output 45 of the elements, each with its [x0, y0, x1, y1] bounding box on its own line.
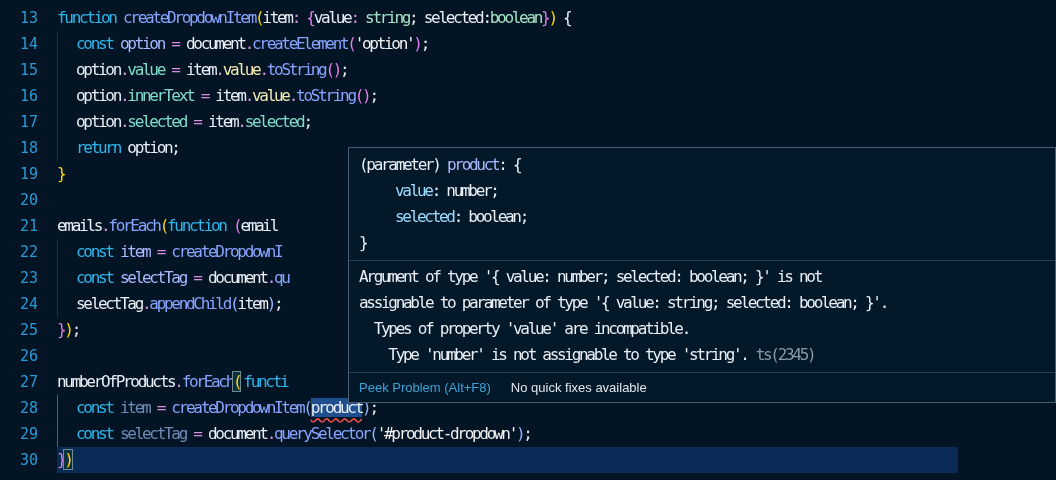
line-number: 20: [18, 189, 38, 211]
code-line: selectTag.appendChild(item);: [76, 293, 282, 315]
line-number: 18: [18, 137, 38, 159]
line-number: 13: [18, 7, 38, 29]
matched-bracket: ): [64, 450, 72, 469]
line-number: 25: [18, 319, 38, 341]
line-number: 22: [18, 241, 38, 263]
error-message-line: assignable to parameter of type '{ value: string; selected: boolean; }'.: [359, 292, 887, 314]
line-number: 29: [18, 423, 38, 445]
code-line: });: [57, 319, 80, 341]
error-message-line: Types of property 'value' are incompatible.: [372, 318, 689, 340]
quick-fix-note: No quick fixes available: [510, 378, 647, 397]
code-line: const item = createDropdownI: [76, 241, 282, 263]
type-signature-line: }: [359, 233, 367, 252]
line-number: 23: [18, 267, 38, 289]
code-line: option.selected = item.selected;: [76, 111, 311, 133]
type-signature-line: value: number;: [395, 181, 498, 200]
code-line: const selectTag = document.querySelector('#product-dropdown');: [76, 423, 531, 445]
peek-problem-link[interactable]: Peek Problem (Alt+F8): [359, 377, 491, 398]
line-number: 28: [18, 397, 38, 419]
matched-bracket: (: [233, 372, 241, 391]
code-line: }: [57, 163, 65, 185]
error-token: product: [310, 398, 363, 417]
code-line: emails.forEach(function (email: [57, 215, 278, 237]
type-signature-line: (parameter) product: {: [359, 155, 521, 174]
line-number: 16: [18, 85, 38, 107]
code-line: option.innerText = item.value.toString();: [76, 85, 377, 107]
line-number: 26: [18, 345, 38, 367]
code-line: const selectTag = document.qu: [76, 267, 289, 289]
error-code: ts(2345): [755, 344, 815, 366]
code-line: const option = document.createElement('option');: [76, 33, 429, 55]
code-line: return option;: [76, 137, 179, 159]
line-number: 19: [18, 163, 38, 185]
line-number: 17: [18, 111, 38, 133]
code-line: option.value = item.value.toString();: [76, 59, 348, 81]
line-number: 21: [18, 215, 38, 237]
line-number: 30: [18, 449, 38, 471]
line-number: 24: [18, 293, 38, 315]
line-number: 15: [18, 59, 38, 81]
line-number: 27: [18, 371, 38, 393]
type-signature-line: selected: boolean;: [395, 207, 527, 226]
error-message-line: Argument of type '{ value: number; selected: boolean; }' is not: [359, 266, 821, 288]
code-line: function createDropdownItem(item: {value: string; selected:boolean}) {: [57, 7, 571, 29]
line-number: 14: [18, 33, 38, 55]
error-message-line: Type 'number' is not assignable to type 'string'.: [387, 344, 748, 366]
